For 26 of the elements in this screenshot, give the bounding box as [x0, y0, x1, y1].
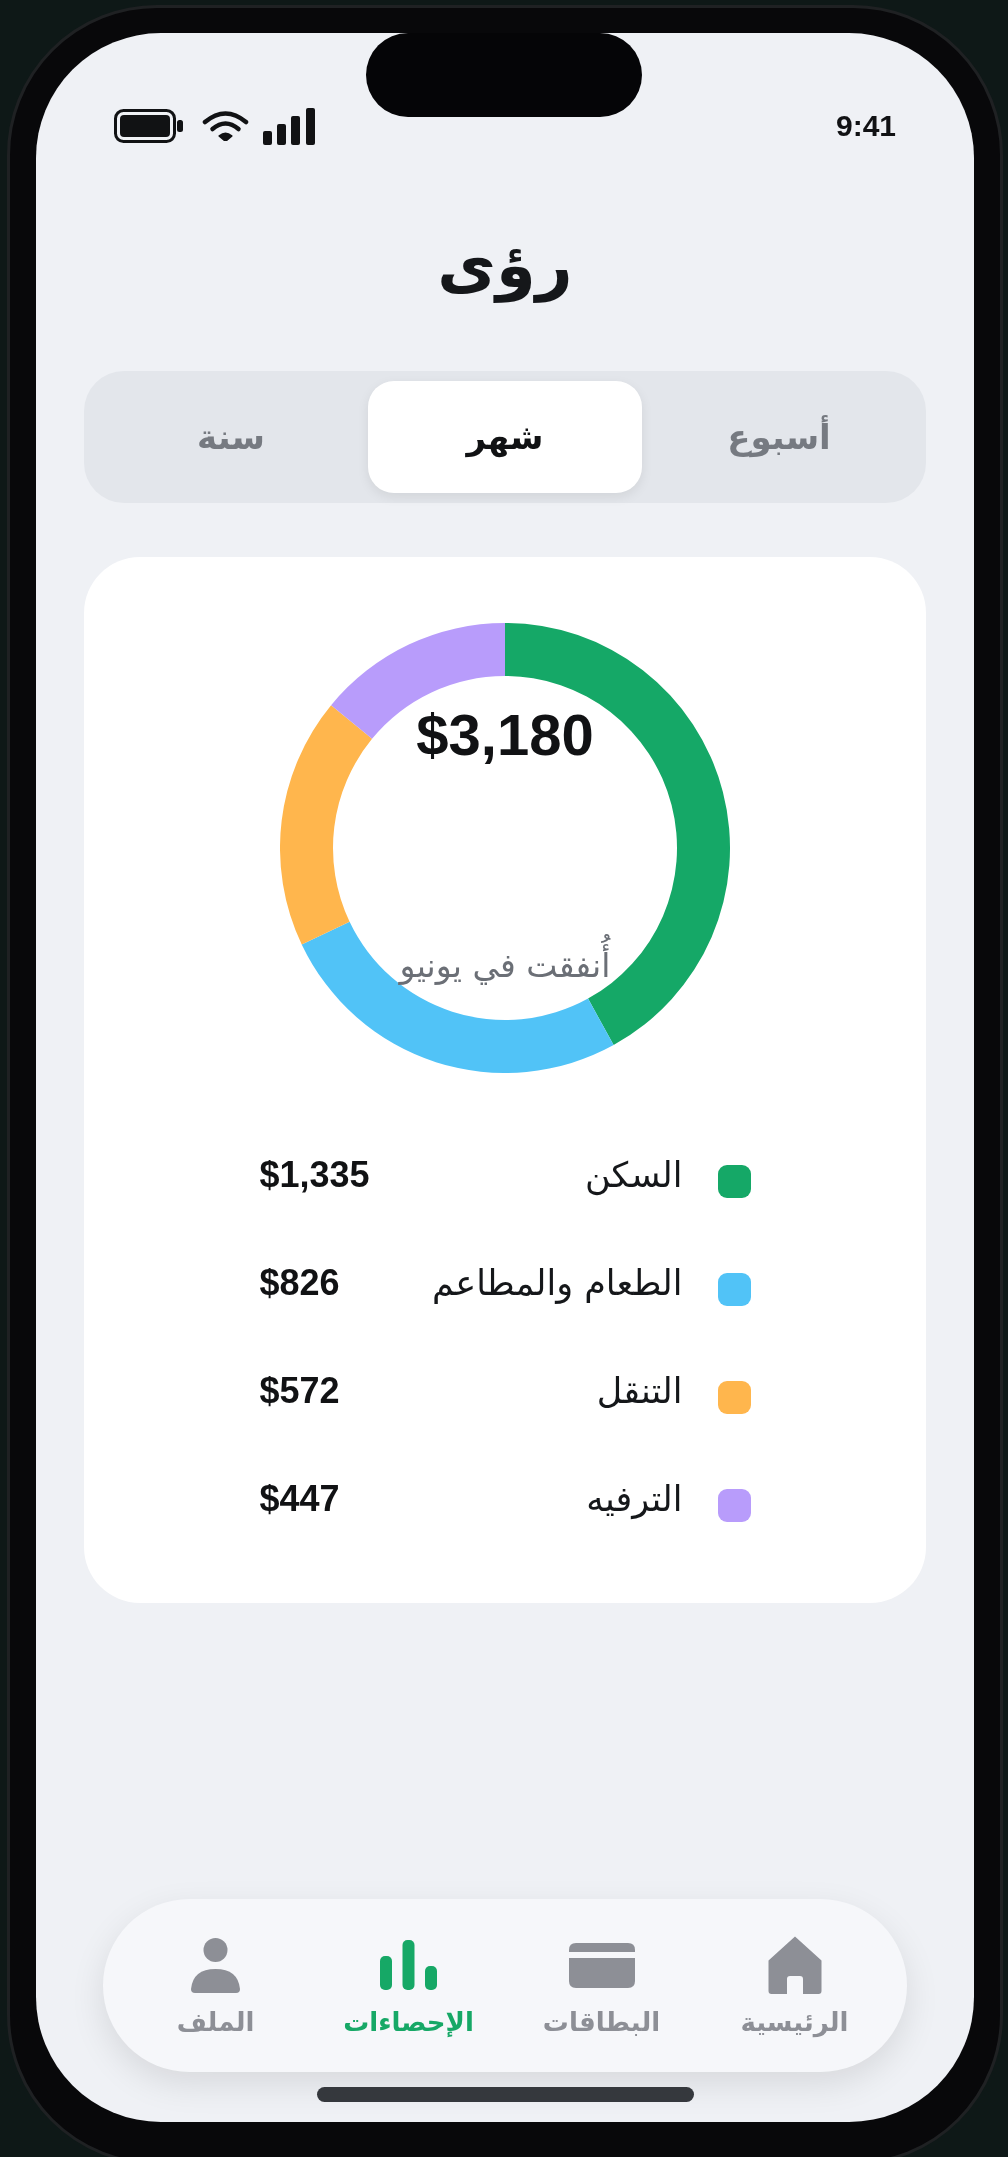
person-icon [191, 1937, 240, 1993]
credit-card-icon [568, 1942, 635, 1988]
total-amount: $3,180 [416, 703, 594, 767]
nav-tab[interactable]: البطاقات [505, 1899, 698, 2072]
category-label: الطعام والمطاعم [431, 1262, 683, 1306]
category-label: التنقل [596, 1370, 683, 1413]
category-label: الترفيه [586, 1478, 683, 1521]
category-label: السكن [584, 1154, 683, 1198]
home-icon [766, 1935, 823, 1995]
status-time: 9:41 [835, 109, 896, 143]
category-amount: $572 [259, 1369, 340, 1413]
battery-icon [114, 109, 183, 143]
nav-tab[interactable]: الإحصاءات [312, 1899, 505, 2072]
bar-chart-icon [380, 1940, 437, 1990]
category-amount: $826 [259, 1261, 340, 1305]
nav-tab[interactable]: الرئيسية [698, 1899, 891, 2072]
signal-icon [263, 107, 315, 145]
chart-caption: أُنفقت في يونيو [399, 933, 611, 999]
category-amount: $1,335 [259, 1153, 370, 1197]
category-amount: $447 [259, 1477, 340, 1521]
wifi-icon [202, 111, 249, 141]
period-tab[interactable]: شهر [368, 381, 642, 493]
period-tab[interactable]: سنة [94, 381, 368, 493]
page-title: رؤى [437, 227, 573, 305]
period-tab[interactable]: أسبوع [642, 381, 916, 493]
nav-tab[interactable]: الملف [119, 1899, 312, 2072]
